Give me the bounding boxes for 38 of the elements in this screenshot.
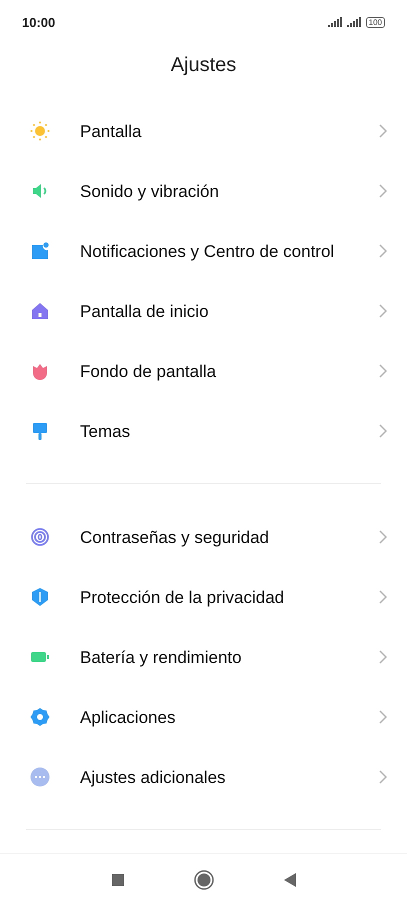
chevron-icon bbox=[379, 590, 387, 604]
chevron-icon bbox=[379, 364, 387, 378]
settings-item[interactable]: Fondo de pantalla bbox=[0, 341, 407, 401]
house-icon bbox=[30, 301, 50, 321]
chevron-icon bbox=[379, 244, 387, 258]
chevron-icon bbox=[379, 184, 387, 198]
chevron-icon bbox=[379, 710, 387, 724]
chevron-icon bbox=[379, 650, 387, 664]
chevron-icon bbox=[379, 124, 387, 138]
notification-icon bbox=[30, 241, 50, 261]
status-time: 10:00 bbox=[22, 14, 56, 30]
settings-item[interactable]: Temas bbox=[0, 401, 407, 461]
chevron-icon bbox=[379, 530, 387, 544]
back-icon[interactable] bbox=[284, 873, 296, 887]
gear-icon bbox=[30, 707, 50, 727]
settings-item[interactable]: Batería y rendimiento bbox=[0, 627, 407, 687]
settings-item[interactable]: Contraseñas y seguridad bbox=[0, 507, 407, 567]
settings-item[interactable]: Pantalla de inicio bbox=[0, 281, 407, 341]
settings-item[interactable]: Protección de la privacidad bbox=[0, 567, 407, 627]
chevron-icon bbox=[379, 424, 387, 438]
settings-item[interactable]: Sonido y vibración bbox=[0, 161, 407, 221]
paintbrush-icon bbox=[30, 421, 50, 441]
recents-icon[interactable] bbox=[112, 874, 124, 886]
more-icon bbox=[30, 767, 50, 787]
chevron-icon bbox=[379, 304, 387, 318]
signal-icon bbox=[346, 17, 361, 27]
settings-item[interactable]: Aplicaciones bbox=[0, 687, 407, 747]
home-icon[interactable] bbox=[194, 870, 214, 890]
settings-item[interactable]: Pantalla bbox=[0, 101, 407, 161]
chevron-icon bbox=[379, 770, 387, 784]
settings-item[interactable]: Notificaciones y Centro de control bbox=[0, 221, 407, 281]
battery-level: 100 bbox=[366, 16, 385, 28]
shield-icon bbox=[30, 587, 50, 607]
settings-item[interactable]: Ajustes adicionales bbox=[0, 747, 407, 807]
sun-icon bbox=[30, 121, 50, 141]
fingerprint-icon bbox=[30, 527, 50, 547]
page-title: Ajustes bbox=[170, 53, 238, 78]
signal-icon bbox=[328, 17, 342, 27]
